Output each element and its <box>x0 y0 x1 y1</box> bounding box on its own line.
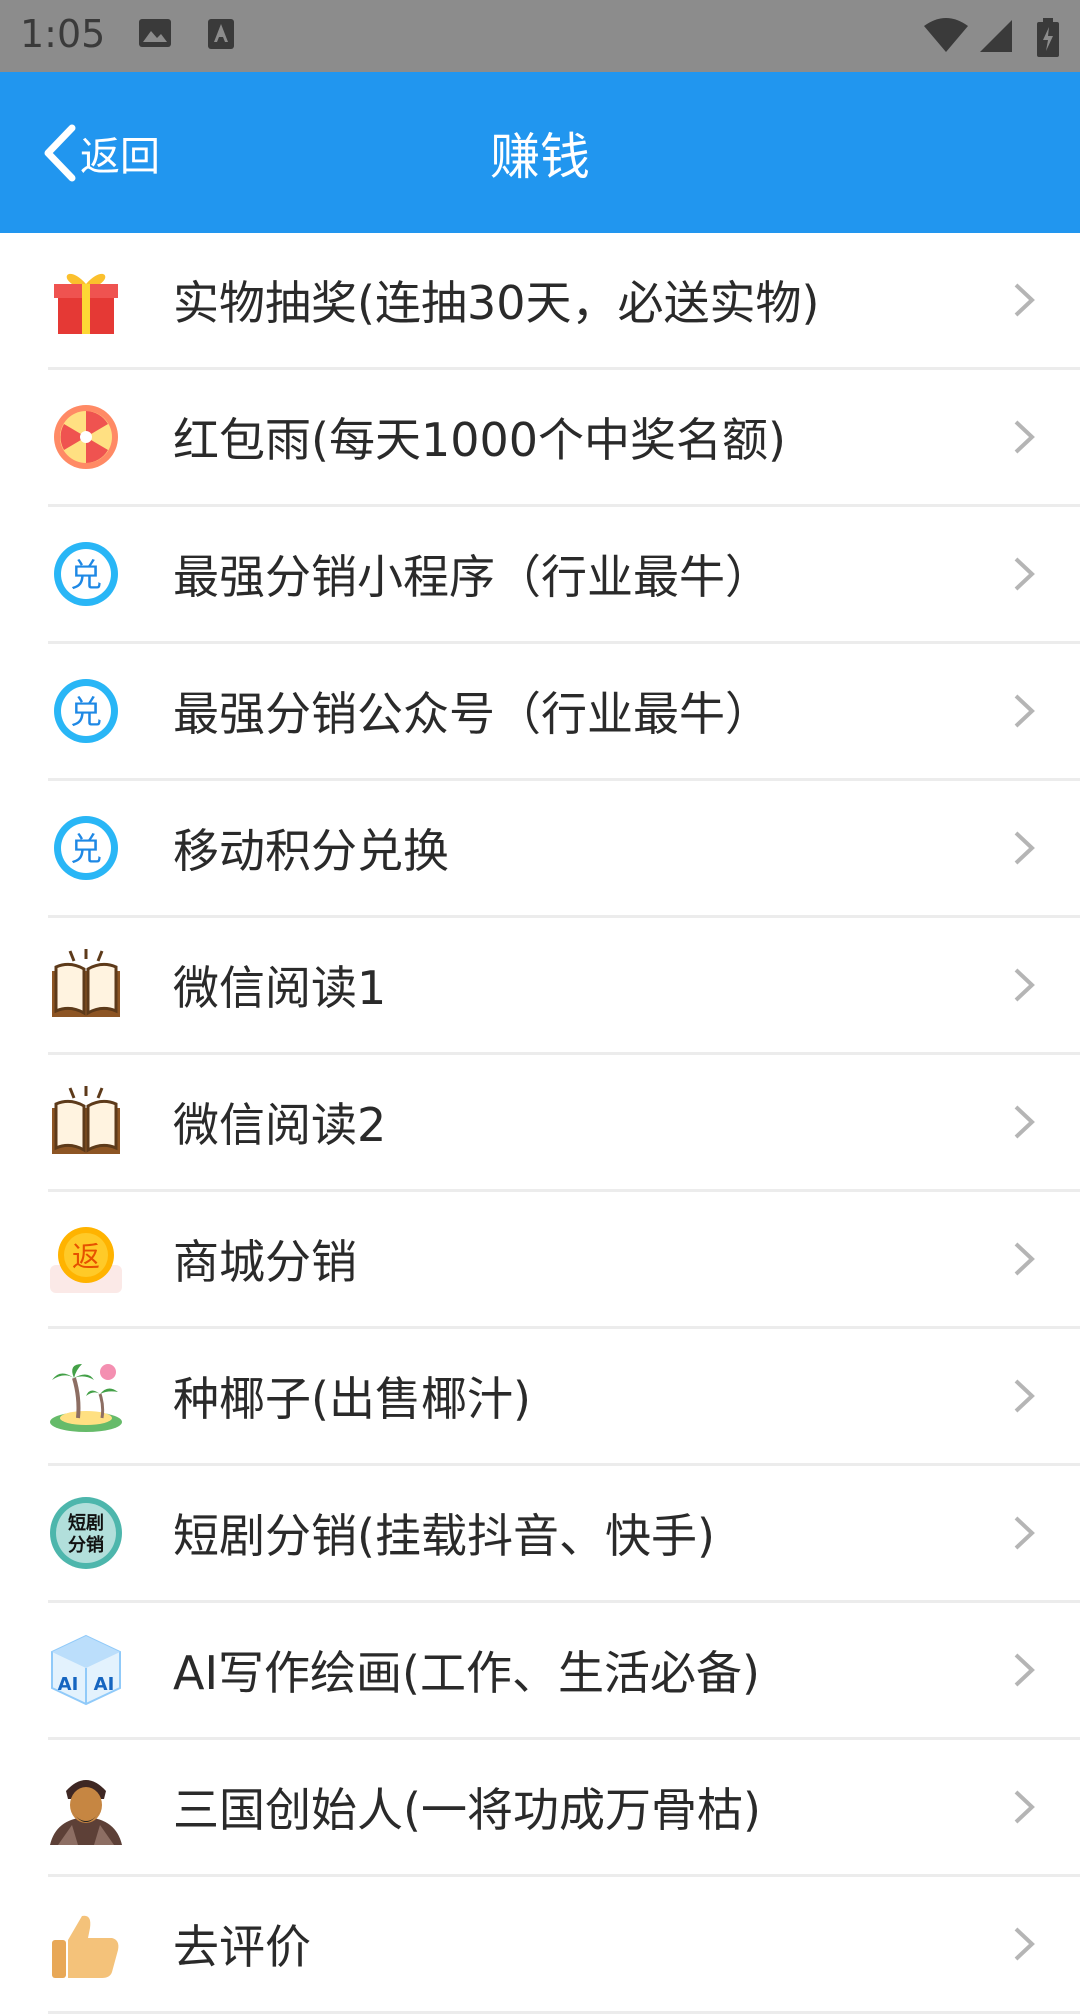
exchange-icon: 兑 <box>54 679 118 743</box>
item-label: 实物抽奖(连抽30天，必送实物) <box>173 276 820 330</box>
wifi-icon <box>924 18 968 52</box>
chevron-right-icon <box>1014 831 1035 865</box>
chevron-right-icon <box>1014 557 1035 591</box>
earn-menu-list: 实物抽奖(连抽30天，必送实物) 红包雨(每天1000个中奖名额) 兑 最强分销… <box>0 233 1080 2014</box>
chevron-right-icon <box>1014 968 1035 1002</box>
list-item-three-kingdoms[interactable]: 三国创始人(一将功成万骨枯) <box>48 1740 1080 1877</box>
list-item-physical-lottery[interactable]: 实物抽奖(连抽30天，必送实物) <box>48 233 1080 370</box>
chevron-right-icon <box>1014 420 1035 454</box>
chevron-right-icon <box>1014 1790 1035 1824</box>
item-label: 去评价 <box>173 1920 311 1974</box>
svg-text:返: 返 <box>72 1240 100 1273</box>
svg-text:AI: AI <box>94 1674 115 1695</box>
item-label: 微信阅读1 <box>173 961 387 1015</box>
list-item-red-packet-rain[interactable]: 红包雨(每天1000个中奖名额) <box>48 370 1080 507</box>
item-label: 短剧分销(挂载抖音、快手) <box>173 1509 715 1563</box>
item-label: 微信阅读2 <box>173 1098 387 1152</box>
item-label: 最强分销公众号（行业最牛） <box>173 687 771 741</box>
prize-wheel-icon <box>54 405 118 469</box>
list-item-wechat-reading-2[interactable]: 微信阅读2 <box>48 1055 1080 1192</box>
gift-icon <box>54 273 118 334</box>
text-icon <box>208 19 234 49</box>
item-label: 移动积分兑换 <box>173 824 449 878</box>
svg-text:分销: 分销 <box>68 1534 104 1556</box>
signal-icon <box>980 20 1012 52</box>
svg-text:短剧: 短剧 <box>68 1512 104 1534</box>
thumbs-up-icon <box>52 1915 119 1978</box>
cashback-coin-icon: 返 <box>50 1227 122 1293</box>
item-label: 种椰子(出售椰汁) <box>173 1372 531 1426</box>
exchange-icon: 兑 <box>54 816 118 880</box>
svg-text:兑: 兑 <box>70 693 102 731</box>
item-label: 红包雨(每天1000个中奖名额) <box>173 413 786 467</box>
chevron-right-icon <box>1014 1242 1035 1276</box>
svg-text:AI: AI <box>58 1674 79 1695</box>
chevron-right-icon <box>1014 1516 1035 1550</box>
page-title: 赚钱 <box>490 127 590 186</box>
back-label: 返回 <box>80 133 160 180</box>
list-item-distribution-official-account[interactable]: 兑 最强分销公众号（行业最牛） <box>48 644 1080 781</box>
chevron-right-icon <box>1014 283 1035 317</box>
chevron-right-icon <box>1014 694 1035 728</box>
chevron-left-icon <box>44 124 76 181</box>
list-item-short-drama-distribution[interactable]: 短剧 分销 短剧分销(挂载抖音、快手) <box>48 1466 1080 1603</box>
svg-text:兑: 兑 <box>70 830 102 868</box>
chevron-right-icon <box>1014 1653 1035 1687</box>
nav-bar: 赚钱 返回 <box>0 72 1080 233</box>
battery-icon <box>1037 18 1059 57</box>
status-bar: 1:05 <box>0 0 1080 72</box>
item-label: 最强分销小程序（行业最牛） <box>173 550 771 604</box>
list-item-ai-writing-drawing[interactable]: AI AI AI写作绘画(工作、生活必备) <box>48 1603 1080 1740</box>
chevron-right-icon <box>1014 1927 1035 1961</box>
list-item-mall-distribution[interactable]: 返 商城分销 <box>48 1192 1080 1329</box>
item-label: AI写作绘画(工作、生活必备) <box>173 1646 760 1700</box>
chevron-right-icon <box>1014 1105 1035 1139</box>
book-icon <box>52 949 120 1017</box>
back-button[interactable]: 返回 <box>40 72 160 233</box>
list-item-rate-app[interactable]: 去评价 <box>48 1877 1080 2014</box>
list-item-plant-coconut[interactable]: 种椰子(出售椰汁) <box>48 1329 1080 1466</box>
chevron-right-icon <box>1014 1379 1035 1413</box>
warrior-avatar-icon <box>48 1769 124 1845</box>
list-item-distribution-miniprogram[interactable]: 兑 最强分销小程序（行业最牛） <box>48 507 1080 644</box>
ai-cube-icon: AI AI <box>51 1634 121 1706</box>
exchange-icon: 兑 <box>54 542 118 606</box>
book-icon <box>52 1086 120 1154</box>
item-label: 商城分销 <box>173 1235 357 1289</box>
image-icon <box>139 19 171 47</box>
palm-island-icon <box>50 1364 122 1432</box>
list-item-wechat-reading-1[interactable]: 微信阅读1 <box>48 918 1080 1055</box>
svg-text:兑: 兑 <box>70 556 102 594</box>
status-time: 1:05 <box>20 12 106 56</box>
item-label: 三国创始人(一将功成万骨枯) <box>173 1783 761 1837</box>
short-drama-icon: 短剧 分销 <box>50 1497 122 1569</box>
list-item-mobile-points-exchange[interactable]: 兑 移动积分兑换 <box>48 781 1080 918</box>
